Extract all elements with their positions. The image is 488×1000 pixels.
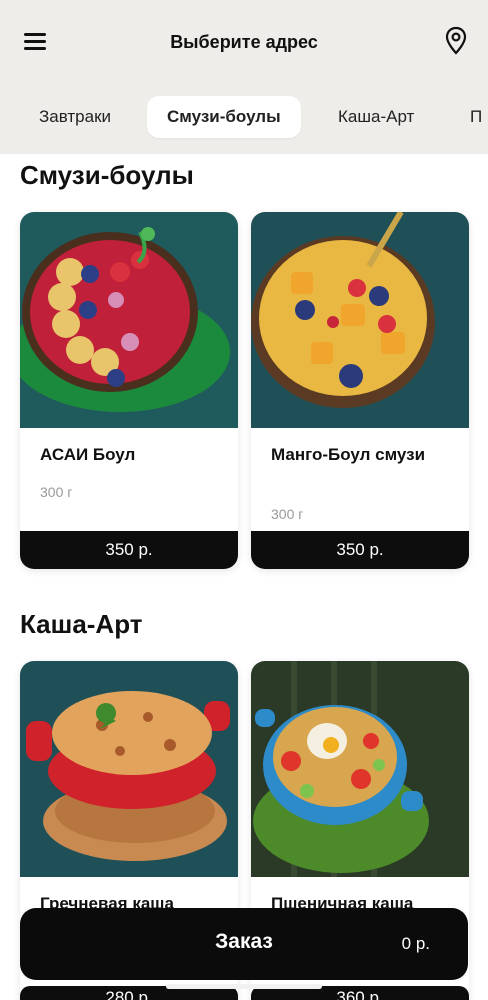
address-selector[interactable]: Выберите адрес [0, 32, 488, 53]
location-pin-icon[interactable] [443, 26, 469, 56]
product-image [20, 661, 238, 877]
tab-kasha-art[interactable]: Каша-Арт [338, 96, 414, 138]
home-indicator [166, 984, 322, 989]
order-button[interactable]: Заказ 0 р. [20, 908, 468, 980]
product-name: Манго-Боул смузи [271, 445, 426, 464]
product-price-button[interactable]: 350 р. [20, 531, 238, 569]
product-card-acai-bowl[interactable]: АСАИ Боул 300 г 350 р. [20, 212, 238, 569]
product-weight: 300 г [271, 506, 304, 522]
product-price-button[interactable]: 350 р. [251, 531, 469, 569]
category-tabs: Завтраки Смузи-боулы Каша-Арт П [0, 92, 488, 144]
product-name: АСАИ Боул [40, 445, 136, 464]
tab-breakfast[interactable]: Завтраки [39, 96, 111, 138]
product-image [251, 661, 469, 877]
section-title-smoothie-bowls: Смузи-боулы [20, 160, 194, 190]
tab-more[interactable]: П [470, 96, 482, 138]
order-total: 0 р. [401, 934, 430, 953]
product-weight: 300 г [40, 484, 73, 500]
product-card-mango-bowl[interactable]: Манго-Боул смузи 300 г 350 р. [251, 212, 469, 569]
section-title-kasha-art: Каша-Арт [20, 609, 143, 639]
header: Выберите адрес Завтраки Смузи-боулы Каша… [0, 0, 488, 154]
product-image [20, 212, 238, 428]
tab-smoothie-bowls[interactable]: Смузи-боулы [147, 96, 301, 138]
product-image [251, 212, 469, 428]
